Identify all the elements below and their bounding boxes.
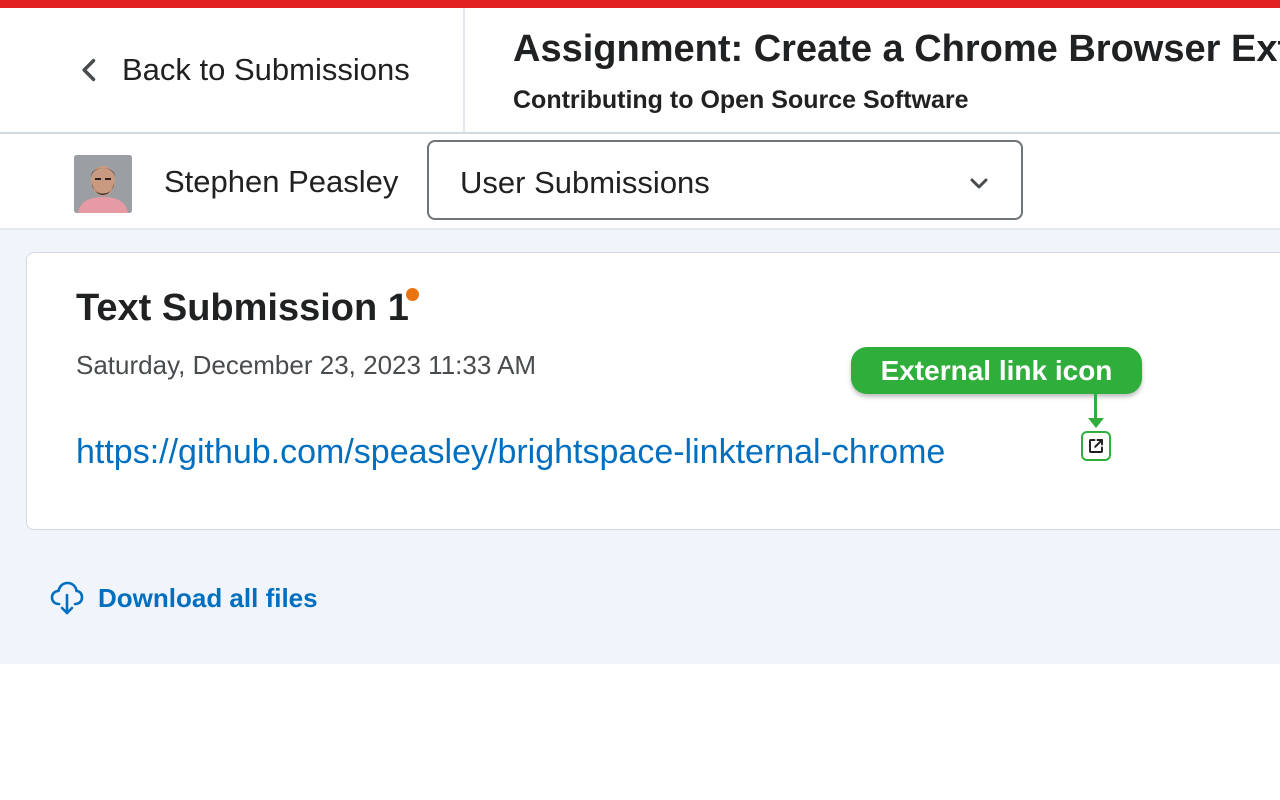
avatar-image bbox=[74, 155, 132, 213]
select-value: User Submissions bbox=[460, 165, 710, 200]
download-all-files-button[interactable]: Download all files bbox=[50, 578, 318, 618]
chevron-down-icon bbox=[970, 178, 988, 189]
back-label: Back to Submissions bbox=[122, 52, 410, 87]
submission-title: Text Submission 1 bbox=[76, 287, 409, 329]
user-row: Stephen Peasley User Submissions bbox=[0, 134, 1280, 230]
course-name: Contributing to Open Source Software bbox=[513, 86, 969, 114]
submission-date: Saturday, December 23, 2023 11:33 AM bbox=[76, 350, 537, 380]
callout-arrow-line bbox=[1094, 394, 1097, 420]
external-link-glyph bbox=[1089, 439, 1103, 453]
external-link-icon[interactable] bbox=[1081, 431, 1111, 461]
cloud-download-icon bbox=[50, 581, 84, 615]
annotation-callout: External link icon bbox=[851, 347, 1142, 394]
callout-label: External link icon bbox=[880, 355, 1113, 386]
submission-view-select[interactable]: User Submissions bbox=[427, 140, 1023, 220]
callout-arrow-head bbox=[1088, 418, 1104, 428]
back-to-submissions-link[interactable]: Back to Submissions bbox=[76, 50, 410, 90]
unread-dot-icon bbox=[406, 288, 419, 301]
page-title: Assignment: Create a Chrome Browser Ext bbox=[513, 28, 1280, 70]
chevron-left-icon bbox=[82, 58, 96, 82]
title-block: Assignment: Create a Chrome Browser Ext … bbox=[513, 26, 1280, 115]
brand-top-bar bbox=[0, 0, 1280, 8]
avatar bbox=[74, 155, 132, 213]
download-label: Download all files bbox=[98, 582, 318, 613]
user-name: Stephen Peasley bbox=[164, 164, 399, 199]
page-header: Back to Submissions Assignment: Create a… bbox=[0, 8, 1280, 134]
submission-link[interactable]: https://github.com/speasley/brightspace-… bbox=[76, 433, 945, 472]
header-divider bbox=[463, 8, 465, 132]
